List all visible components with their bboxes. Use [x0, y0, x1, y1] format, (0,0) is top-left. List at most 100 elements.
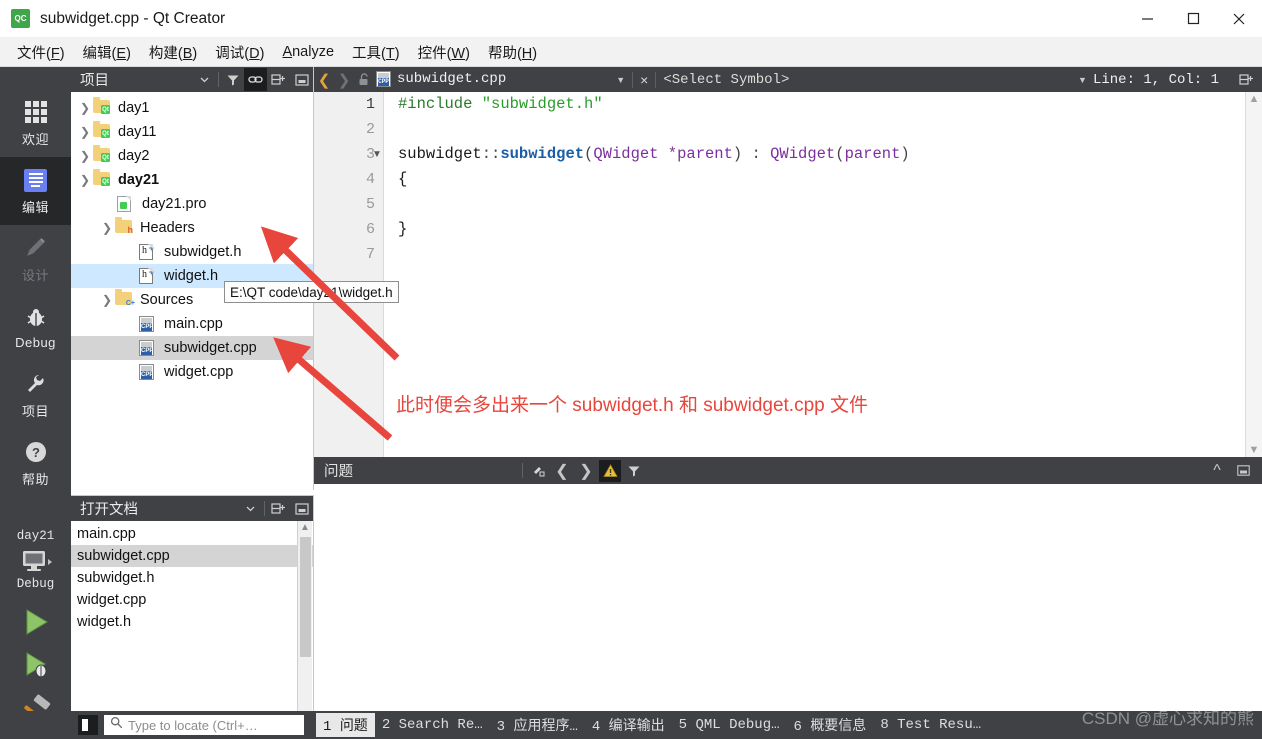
maximize-pane-icon[interactable]: ^: [1206, 460, 1228, 482]
menu-analyze[interactable]: Analyze: [273, 41, 343, 63]
prev-issue-icon[interactable]: ❮: [551, 460, 573, 482]
pane-button-test-results[interactable]: 8 Test Resu…: [873, 715, 988, 735]
menu-bar: 文件(F) 编辑(E) 构建(B) 调试(D) Analyze 工具(T) 控件…: [0, 38, 1262, 67]
code-token: subwidget: [500, 145, 585, 163]
scroll-up-icon[interactable]: ▲: [300, 521, 310, 535]
tree-label: day11: [118, 124, 157, 140]
document-list-item[interactable]: widget.h: [71, 611, 313, 633]
tree-row-day1[interactable]: ❯ Qt day1: [71, 96, 313, 120]
toolbar-divider: [522, 463, 523, 478]
chevron-right-icon[interactable]: ❯: [77, 125, 93, 139]
editor-scrollbar[interactable]: ▲ ▼: [1245, 92, 1262, 457]
chevron-down-icon[interactable]: ❯: [99, 293, 115, 307]
mode-debug[interactable]: Debug: [0, 293, 71, 361]
tree-row-widget-cpp[interactable]: CPP widget.cpp: [71, 360, 313, 384]
mode-design[interactable]: 设计: [0, 225, 71, 293]
pane-button-search-results[interactable]: 2 Search Re…: [375, 715, 490, 735]
document-name: widget.cpp: [77, 592, 147, 608]
maximize-button[interactable]: [1170, 0, 1216, 38]
split-add-icon[interactable]: [267, 497, 290, 520]
chevron-down-icon[interactable]: [239, 497, 262, 520]
mode-edit[interactable]: 编辑: [0, 157, 71, 225]
code-token: ): [900, 145, 910, 163]
menu-widgets[interactable]: 控件(W): [409, 39, 479, 66]
grid-icon: [22, 98, 50, 126]
mode-welcome-label: 欢迎: [21, 132, 49, 147]
collapse-panel-icon[interactable]: [290, 497, 313, 520]
menu-build[interactable]: 构建(B): [140, 39, 206, 66]
document-list-item[interactable]: main.cpp: [71, 523, 313, 545]
menu-help[interactable]: 帮助(H): [479, 39, 546, 66]
start-debugging-button[interactable]: [0, 650, 71, 680]
document-list-item[interactable]: widget.cpp: [71, 589, 313, 611]
pane-button-issues[interactable]: 1 问题: [316, 713, 375, 737]
locator-input[interactable]: Type to locate (Ctrl+…: [104, 715, 304, 735]
fold-marker-icon[interactable]: ▼: [370, 142, 384, 167]
minimize-button[interactable]: [1124, 0, 1170, 38]
toolbar-divider: [218, 72, 219, 87]
scroll-down-icon[interactable]: ▼: [1249, 443, 1260, 457]
close-pane-icon[interactable]: [1232, 460, 1254, 482]
pane-button-compile-output[interactable]: 4 编译输出: [585, 713, 672, 737]
editor-file-chip[interactable]: CPP subwidget.cpp: [376, 71, 506, 88]
unlocked-icon[interactable]: [354, 73, 372, 86]
scroll-up-icon[interactable]: ▲: [1249, 92, 1260, 106]
tree-row-day2[interactable]: ❯ Qt day2: [71, 144, 313, 168]
tree-row-subwidget-cpp[interactable]: CPP subwidget.cpp: [71, 336, 313, 360]
chevron-right-icon[interactable]: ❯: [77, 101, 93, 115]
filter-icon[interactable]: [623, 460, 645, 482]
split-add-icon[interactable]: [267, 68, 290, 91]
run-button[interactable]: [0, 607, 71, 637]
kit-selector-button[interactable]: [0, 548, 71, 576]
link-sync-icon[interactable]: [244, 68, 267, 91]
symbol-dropdown-icon[interactable]: ▼: [1078, 75, 1087, 85]
pane-button-qml-debug[interactable]: 5 QML Debug…: [672, 715, 787, 735]
pane-button-application-output[interactable]: 3 应用程序…: [490, 713, 585, 737]
mode-projects[interactable]: 项目: [0, 361, 71, 429]
mode-help-label: 帮助: [21, 472, 49, 487]
warning-filter-icon[interactable]: [599, 459, 621, 482]
tree-row-day21[interactable]: ❯ Qt day21: [71, 168, 313, 192]
menu-edit[interactable]: 编辑(E): [74, 39, 140, 66]
tree-row-subwidget-h[interactable]: + subwidget.h: [71, 240, 313, 264]
close-button[interactable]: [1216, 0, 1262, 38]
tree-label: subwidget.h: [164, 244, 242, 260]
mode-welcome[interactable]: 欢迎: [0, 89, 71, 157]
chevron-down-icon[interactable]: ❯: [77, 173, 93, 187]
filter-icon[interactable]: [221, 68, 244, 91]
menu-tools[interactable]: 工具(T): [343, 39, 409, 66]
chevron-right-icon[interactable]: ❯: [77, 149, 93, 163]
menu-file[interactable]: 文件(F): [8, 39, 74, 66]
issues-pane-body[interactable]: [314, 484, 1262, 711]
back-arrow-icon[interactable]: ❮: [314, 71, 334, 89]
symbol-selector[interactable]: <Select Symbol>: [663, 72, 789, 88]
menu-debug[interactable]: 调试(D): [206, 39, 273, 66]
code-line: #include "subwidget.h": [398, 92, 1244, 117]
collapse-panel-icon[interactable]: [290, 68, 313, 91]
code-line: }: [398, 217, 1244, 242]
tree-row-day21-pro[interactable]: day21.pro: [71, 192, 313, 216]
mode-help[interactable]: ? 帮助: [0, 429, 71, 497]
window-controls: [1124, 0, 1262, 38]
toggle-sidebar-icon[interactable]: [78, 715, 98, 735]
tree-row-headers[interactable]: ❯ Headers: [71, 216, 313, 240]
clear-broom-icon[interactable]: [527, 460, 549, 482]
next-issue-icon[interactable]: ❯: [575, 460, 597, 482]
document-lines-icon: [22, 166, 50, 194]
open-documents-scrollbar[interactable]: ▲: [297, 521, 312, 711]
file-dropdown-icon[interactable]: ▼: [616, 75, 625, 85]
tree-row-day11[interactable]: ❯ Qt day11: [71, 120, 313, 144]
chevron-down-icon[interactable]: [193, 68, 216, 91]
scrollbar-thumb[interactable]: [299, 537, 311, 657]
close-document-button[interactable]: ×: [640, 72, 648, 88]
code-content[interactable]: #include "subwidget.h" subwidget::subwid…: [398, 92, 1244, 267]
pane-button-general-messages[interactable]: 6 概要信息: [787, 713, 874, 737]
header-file-icon: +: [139, 267, 159, 284]
split-add-icon[interactable]: [1235, 68, 1258, 91]
document-list-item[interactable]: subwidget.cpp: [71, 545, 313, 567]
tree-row-main-cpp[interactable]: CPP main.cpp: [71, 312, 313, 336]
document-list-item[interactable]: subwidget.h: [71, 567, 313, 589]
toolbar-divider: [632, 71, 634, 88]
forward-arrow-icon[interactable]: ❯: [334, 71, 354, 89]
chevron-down-icon[interactable]: ❯: [99, 221, 115, 235]
